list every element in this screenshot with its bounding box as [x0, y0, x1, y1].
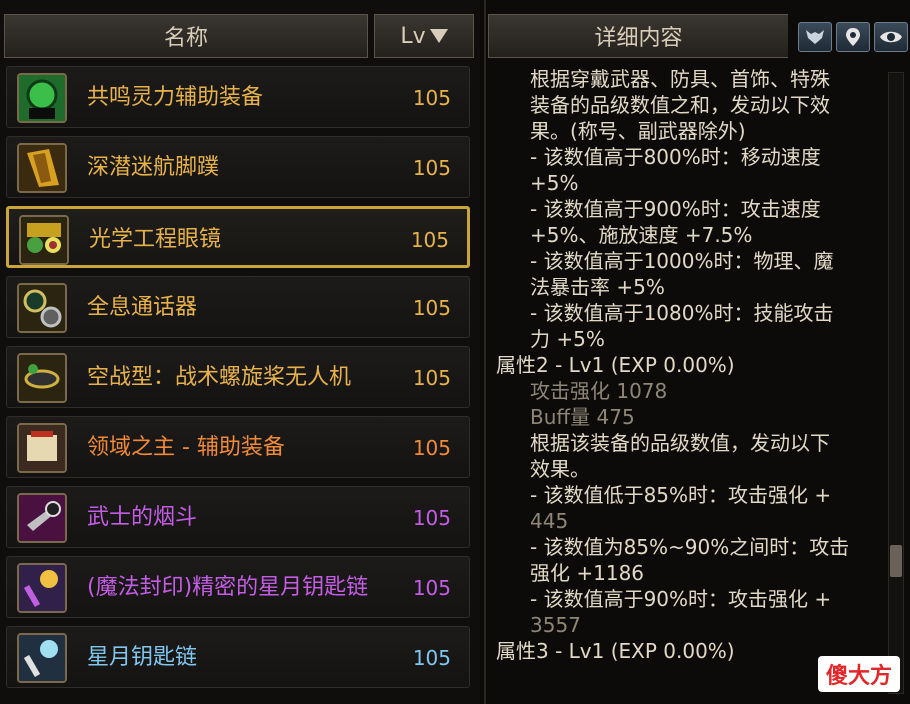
detail-line: 3557: [530, 613, 581, 637]
name-column-header[interactable]: 名称: [4, 14, 368, 58]
book-icon: [17, 423, 67, 473]
scrollbar-thumb[interactable]: [890, 545, 902, 577]
equipment-list-item[interactable]: 空战型：战术螺旋桨无人机 105: [6, 346, 470, 408]
equipment-list-item[interactable]: 光学工程眼镜 105: [6, 206, 470, 268]
flipper-icon: [17, 143, 67, 193]
detail-line: 果。(称号、副武器除外): [530, 119, 746, 143]
item-name: 共鸣灵力辅助装备: [87, 85, 264, 110]
equipment-list-item[interactable]: 共鸣灵力辅助装备 105: [6, 66, 470, 128]
detail-line: - 该数值高于90%时：攻击强化 +: [530, 587, 832, 611]
detail-line: - 该数值高于800%时：移动速度: [530, 145, 821, 169]
equipment-list-item[interactable]: 武士的烟斗 105: [6, 486, 470, 548]
item-name: 空战型：战术螺旋桨无人机: [87, 365, 352, 390]
item-level: 105: [412, 296, 451, 320]
detail-line: - 该数值高于1080%时：技能攻击: [530, 301, 834, 325]
pipe-icon: [17, 493, 67, 543]
eye-icon[interactable]: [874, 22, 908, 52]
detail-line: 强化 +1186: [530, 561, 645, 585]
item-name: 星月钥匙链: [87, 645, 198, 670]
detail-line: - 该数值高于900%时：攻击速度: [530, 197, 821, 221]
detail-line: 装备的品级数值之和，发动以下效: [530, 93, 830, 117]
detail-line: 法暴击率 +5%: [530, 275, 665, 299]
equipment-list-item[interactable]: 全息通话器 105: [6, 276, 470, 338]
item-name: (魔法封印)精密的星月钥匙链: [87, 575, 369, 600]
equipment-list-item[interactable]: (魔法封印)精密的星月钥匙链 105: [6, 556, 470, 618]
detail-line: 攻击强化 1078: [530, 379, 668, 403]
item-name: 领域之主 - 辅助装备: [87, 435, 285, 460]
item-level: 105: [412, 156, 451, 180]
item-list-panel: 名称 Lv 共鸣灵力辅助装备 105 深潜迷航脚蹼 105 光学工程眼镜 105 全息通话器…: [0, 0, 480, 704]
item-level: 105: [412, 86, 451, 110]
watermark: 傻大方: [818, 656, 900, 692]
detail-line: +5%、施放速度 +7.5%: [530, 223, 753, 247]
item-name: 深潜迷航脚蹼: [87, 155, 220, 180]
item-name: 全息通话器: [87, 295, 198, 320]
detail-line: 根据该装备的品级数值，发动以下: [530, 431, 830, 455]
lv-column-header[interactable]: Lv: [374, 14, 474, 58]
detail-line: 效果。: [530, 457, 590, 481]
detail-line: Buff量 475: [530, 405, 635, 429]
detail-line: 根据穿戴武器、防具、首饰、特殊: [530, 67, 830, 91]
item-name: 武士的烟斗: [87, 505, 198, 530]
detail-line: 力 +5%: [530, 327, 605, 351]
communicator-icon: [17, 283, 67, 333]
item-level: 105: [412, 366, 451, 390]
drone-icon: [17, 353, 67, 403]
detail-line: 445: [530, 509, 569, 533]
detail-scrollbar[interactable]: [888, 72, 904, 694]
sort-down-icon: [429, 29, 448, 43]
name-column-label: 名称: [163, 26, 208, 51]
detail-text: 根据穿戴武器、防具、首饰、特殊 装备的品级数值之和，发动以下效 果。(称号、副武器除…: [496, 66, 876, 664]
detail-toolbar: [798, 22, 908, 52]
equipment-list-item[interactable]: 深潜迷航脚蹼 105: [6, 136, 470, 198]
detail-header: 详细内容: [488, 14, 788, 58]
item-level: 105: [412, 436, 451, 460]
detail-panel: 详细内容 根据穿戴武器、防具、首饰、特殊 装备的品级数值之和，发动以下效 果。(称号…: [484, 0, 910, 704]
detail-line: - 该数值为85%~90%之间时：攻击: [530, 535, 850, 559]
equipment-list-item[interactable]: 领域之主 - 辅助装备 105: [6, 416, 470, 478]
detail-line: 属性2 - Lv1 (EXP 0.00%): [496, 353, 735, 377]
detail-line: - 该数值高于1000%时：物理、魔: [530, 249, 834, 273]
equipment-list-item[interactable]: 星月钥匙链 105: [6, 626, 470, 688]
wolf-icon[interactable]: [798, 22, 832, 52]
detail-line: - 该数值低于85%时：攻击强化 +: [530, 483, 832, 507]
goggles-icon: [19, 215, 69, 265]
lv-column-label: Lv: [400, 23, 426, 49]
detail-header-label: 详细内容: [594, 26, 683, 51]
exp-badge-icon: [17, 73, 67, 123]
detail-line: +5%: [530, 171, 579, 195]
item-name: 光学工程眼镜: [89, 227, 222, 252]
item-level: 105: [412, 646, 451, 670]
key-icon: [17, 633, 67, 683]
item-level: 105: [412, 576, 451, 600]
item-level: 105: [412, 506, 451, 530]
location-pin-icon[interactable]: [836, 22, 870, 52]
key-chain-icon: [17, 563, 67, 613]
item-level: 105: [410, 228, 449, 252]
